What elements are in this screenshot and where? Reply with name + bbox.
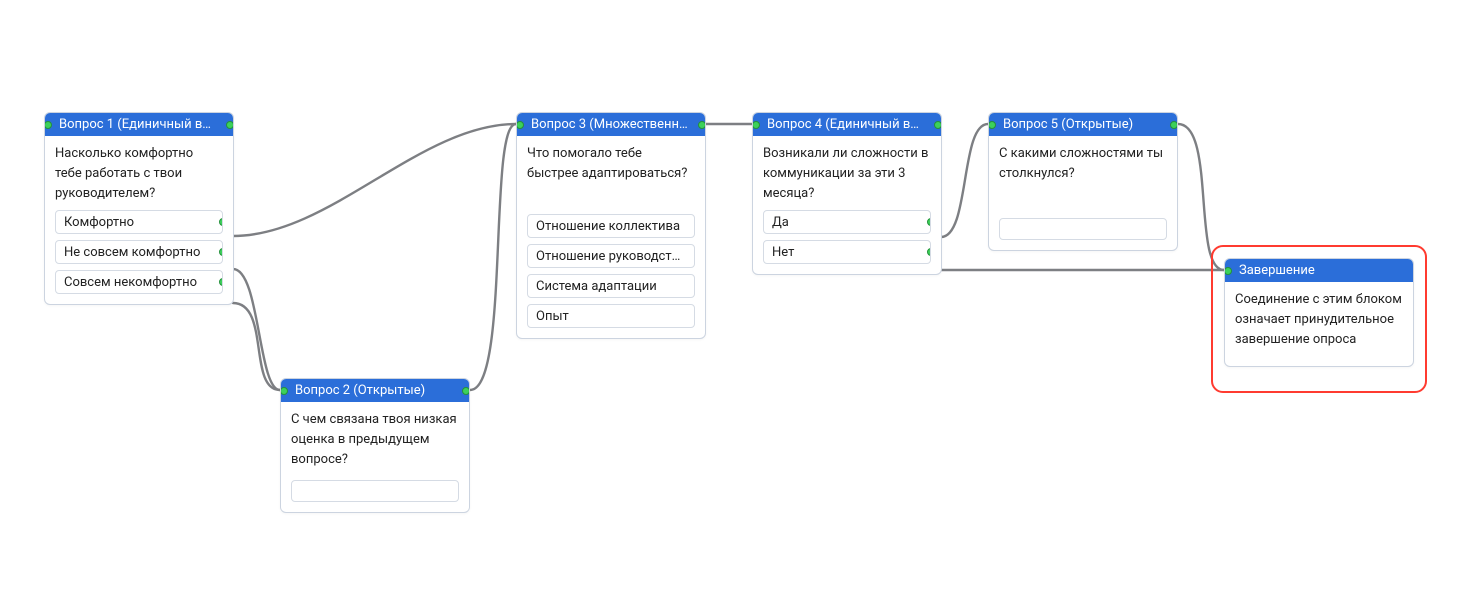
answer-label: Нет [772,245,794,260]
node-q5-header[interactable]: Вопрос 5 (Открытые) [989,113,1177,136]
node-q2-text: С чем связана твоя низкая оценка в преды… [291,410,459,470]
node-q4-text: Возникали ли сложности в коммуникации за… [763,144,931,204]
port-out-icon[interactable] [1170,121,1177,129]
node-end[interactable]: Завершение Соединение с этим блоком озна… [1224,258,1414,367]
node-q1-answer-1[interactable]: Комфортно [55,210,223,234]
answer-label: Совсем некомфортно [64,275,197,290]
node-q3-text: Что помогало тебе быстрее адаптироваться… [527,144,695,184]
answer-label: Да [772,215,789,230]
node-q4-body: Возникали ли сложности в коммуникации за… [753,136,941,274]
edge-q1a2-q2 [233,269,280,390]
port-out-icon[interactable] [219,278,223,286]
node-q3-header[interactable]: Вопрос 3 (Множественн… [517,113,705,136]
open-answer-input[interactable] [999,218,1167,240]
node-q3-answer-1[interactable]: Отношение коллектива [527,214,695,238]
answer-label: Отношение коллектива [536,219,680,234]
node-q2-header[interactable]: Вопрос 2 (Открытые) [281,379,469,402]
node-q1-header[interactable]: Вопрос 1 (Единичный в… [45,113,233,136]
node-q4-header[interactable]: Вопрос 4 (Единичный в… [753,113,941,136]
node-end-title: Завершение [1239,263,1315,278]
port-in-icon[interactable] [45,121,52,129]
node-q2-body: С чем связана твоя низкая оценка в преды… [281,402,469,512]
port-out-icon[interactable] [226,121,233,129]
node-q3-answer-3[interactable]: Система адаптации [527,274,695,298]
node-q3-answer-2[interactable]: Отношение руководства [527,244,695,268]
edge-q4a1-q5 [941,124,988,237]
node-q2[interactable]: Вопрос 2 (Открытые) С чем связана твоя н… [280,378,470,513]
edge-q5-end [1178,124,1224,270]
node-q5-title: Вопрос 5 (Открытые) [1003,117,1133,132]
node-q4[interactable]: Вопрос 4 (Единичный в… Возникали ли слож… [752,112,942,275]
port-in-icon[interactable] [517,121,524,129]
port-out-icon[interactable] [219,218,223,226]
node-q1-title: Вопрос 1 (Единичный в… [59,117,211,132]
node-q5[interactable]: Вопрос 5 (Открытые) С какими сложностями… [988,112,1178,251]
node-q3-answer-4[interactable]: Опыт [527,304,695,328]
node-end-header[interactable]: Завершение [1225,259,1413,282]
edge-q1a1-q3 [233,124,516,236]
node-q1-answer-2[interactable]: Не совсем комфортно [55,240,223,264]
port-out-icon[interactable] [934,121,941,129]
edge-q1a3-q2 [233,303,280,390]
node-q1-body: Насколько комфортно тебе работать с твои… [45,136,233,304]
node-q3-body: Что помогало тебе быстрее адаптироваться… [517,136,705,338]
edge-q2-q3 [470,124,516,390]
node-q2-title: Вопрос 2 (Открытые) [295,383,425,398]
port-in-icon[interactable] [1225,267,1232,275]
node-q1[interactable]: Вопрос 1 (Единичный в… Насколько комфорт… [44,112,234,305]
node-q5-text: С какими сложностями ты столкнулся? [999,144,1167,184]
flow-canvas[interactable]: Вопрос 1 (Единичный в… Насколько комфорт… [0,0,1458,590]
node-q1-text: Насколько комфортно тебе работать с твои… [55,144,223,204]
port-in-icon[interactable] [753,121,760,129]
port-out-icon[interactable] [927,248,931,256]
port-out-icon[interactable] [462,387,469,395]
port-out-icon[interactable] [927,218,931,226]
node-q5-body: С какими сложностями ты столкнулся? [989,136,1177,250]
node-q4-title: Вопрос 4 (Единичный в… [767,117,919,132]
port-out-icon[interactable] [698,121,705,129]
node-q3-title: Вопрос 3 (Множественн… [531,117,688,132]
port-out-icon[interactable] [219,248,223,256]
answer-label: Комфортно [64,215,134,230]
node-q1-answer-3[interactable]: Совсем некомфортно [55,270,223,294]
node-q3[interactable]: Вопрос 3 (Множественн… Что помогало тебе… [516,112,706,339]
answer-label: Отношение руководства [536,249,686,264]
node-q4-answer-1[interactable]: Да [763,210,931,234]
answer-label: Не совсем комфортно [64,245,200,260]
node-end-body: Соединение с этим блоком означает принуд… [1225,282,1413,366]
port-in-icon[interactable] [989,121,996,129]
port-in-icon[interactable] [281,387,288,395]
node-end-text: Соединение с этим блоком означает принуд… [1235,290,1403,350]
answer-label: Опыт [536,309,569,324]
open-answer-input[interactable] [291,480,459,502]
answer-label: Система адаптации [536,279,657,294]
node-q4-answer-2[interactable]: Нет [763,240,931,264]
